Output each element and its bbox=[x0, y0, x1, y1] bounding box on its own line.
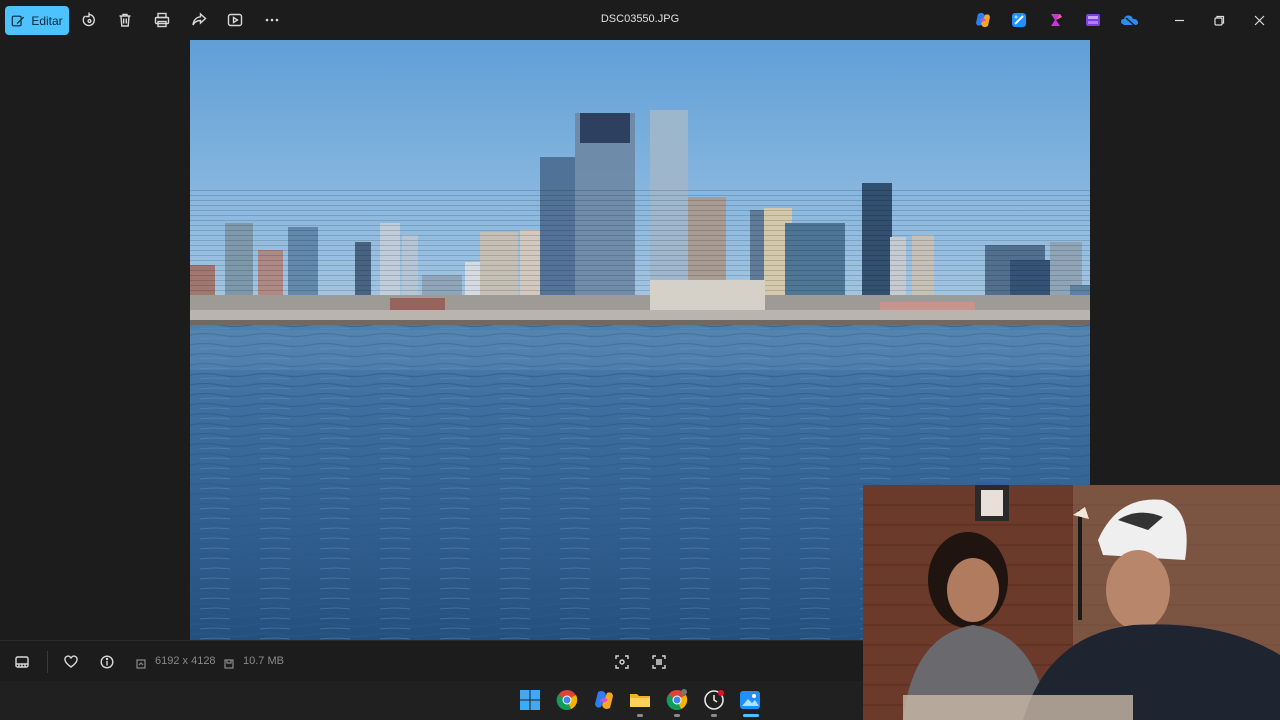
image-dimensions: 6192 x 4128 bbox=[155, 655, 216, 667]
clock-app-icon[interactable] bbox=[703, 689, 725, 711]
chrome-alt-icon[interactable] bbox=[666, 689, 688, 711]
clipchamp-icon[interactable] bbox=[1047, 11, 1065, 29]
minimize-icon[interactable] bbox=[1169, 10, 1189, 30]
edit-icon bbox=[12, 15, 25, 26]
print-icon[interactable] bbox=[152, 10, 172, 30]
clipchamp-video-icon[interactable] bbox=[1084, 11, 1102, 29]
close-icon[interactable] bbox=[1249, 10, 1269, 30]
photos-active-indicator bbox=[743, 714, 759, 717]
file-explorer-icon[interactable] bbox=[629, 689, 651, 711]
restore-icon[interactable] bbox=[1209, 10, 1229, 30]
dimensions-icon bbox=[136, 656, 146, 669]
filmstrip-icon[interactable] bbox=[13, 653, 31, 671]
onedrive-icon[interactable] bbox=[1120, 11, 1140, 29]
fit-to-window-icon[interactable] bbox=[613, 653, 631, 671]
edit-button-label: Editar bbox=[31, 13, 63, 28]
copilot-icon[interactable] bbox=[593, 689, 615, 711]
delete-icon[interactable] bbox=[115, 10, 135, 30]
favorite-icon[interactable] bbox=[62, 653, 80, 671]
file-size: 10.7 MB bbox=[243, 655, 284, 667]
clock-running-indicator bbox=[711, 714, 717, 717]
share-icon[interactable] bbox=[189, 10, 209, 30]
slideshow-icon[interactable] bbox=[225, 10, 245, 30]
file-name-title: DSC03550.JPG bbox=[600, 13, 680, 25]
chrome-running-indicator bbox=[674, 714, 680, 717]
status-separator bbox=[47, 651, 48, 673]
more-icon[interactable] bbox=[262, 10, 282, 30]
actual-size-icon[interactable] bbox=[650, 653, 668, 671]
chrome-icon[interactable] bbox=[556, 689, 578, 711]
photos-icon[interactable] bbox=[739, 689, 761, 711]
title-bar: Editar DSC03550.JPG bbox=[0, 0, 1280, 40]
edit-button[interactable]: Editar bbox=[5, 6, 69, 35]
designer-icon[interactable] bbox=[1010, 11, 1028, 29]
rotate-icon[interactable] bbox=[79, 10, 99, 30]
start-icon[interactable] bbox=[519, 689, 541, 711]
file-size-icon bbox=[224, 656, 234, 669]
info-icon[interactable] bbox=[98, 653, 116, 671]
webcam-overlay bbox=[863, 485, 1280, 720]
explorer-running-indicator bbox=[637, 714, 643, 717]
copilot-icon[interactable] bbox=[974, 11, 992, 29]
